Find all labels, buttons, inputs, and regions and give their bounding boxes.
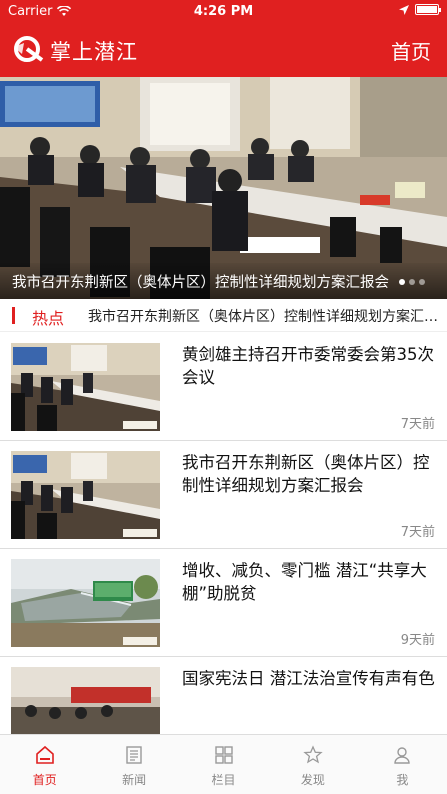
news-title: 国家宪法日 潜江法治宣传有声有色 — [182, 669, 435, 688]
status-bar: Carrier 4:26 PM — [0, 0, 447, 22]
news-thumbnail — [11, 343, 160, 431]
location-arrow-icon — [399, 4, 409, 15]
status-right — [399, 4, 441, 15]
hot-label: 热点 — [32, 309, 65, 328]
tab-news[interactable]: 新闻 — [89, 735, 178, 794]
hot-headline[interactable]: 我市召开东荆新区（奥体片区）控制性详细规划方案汇报会 — [88, 306, 440, 326]
banner-caption-text: 我市召开东荆新区（奥体片区）控制性详细规划方案汇报会 — [12, 275, 389, 291]
carousel-dot[interactable] — [409, 279, 415, 285]
battery-icon — [415, 4, 441, 15]
tab-columns[interactable]: 栏目 — [179, 735, 268, 794]
news-icon — [126, 746, 142, 764]
hot-ticker[interactable]: 热点 我市召开东荆新区（奥体片区）控制性详细规划方案汇报会 — [0, 299, 447, 332]
banner-caption: 我市召开东荆新区（奥体片区）控制性详细规划方案汇报会 — [0, 263, 447, 299]
home-icon — [35, 745, 54, 764]
app-logo-icon — [14, 36, 44, 62]
carousel-dot[interactable] — [399, 279, 405, 285]
news-item[interactable]: 增收、减负、零门槛 潜江“共享大棚”助脱贫 9天前 — [0, 549, 447, 657]
news-title: 黄剑雄主持召开市委常委会第35次会议 — [182, 345, 434, 387]
hot-marker — [12, 307, 15, 324]
carousel-dots — [399, 279, 425, 285]
news-thumbnail — [11, 559, 160, 647]
app-header: Carrier 4:26 PM 掌上潜江 首页 — [0, 0, 447, 77]
app-title: 掌上潜江 — [50, 40, 138, 64]
news-title: 增收、减负、零门槛 潜江“共享大棚”助脱贫 — [182, 561, 427, 603]
tab-me[interactable]: 我 — [358, 735, 447, 794]
tab-label: 新闻 — [122, 773, 147, 787]
discover-icon — [303, 745, 323, 764]
tab-label: 发现 — [300, 773, 325, 787]
news-item[interactable]: 我市召开东荆新区（奥体片区）控制性详细规划方案汇报会 7天前 — [0, 441, 447, 549]
banner-carousel[interactable]: 我市召开东荆新区（奥体片区）控制性详细规划方案汇报会 — [0, 77, 447, 299]
news-time: 9天前 — [400, 633, 435, 648]
tab-label: 栏目 — [211, 773, 236, 787]
news-title: 我市召开东荆新区（奥体片区）控制性详细规划方案汇报会 — [182, 453, 430, 495]
home-link[interactable]: 首页 — [391, 36, 431, 65]
user-icon — [394, 747, 411, 764]
status-time: 4:26 PM — [193, 4, 254, 19]
tab-label: 首页 — [32, 773, 57, 787]
tab-discover[interactable]: 发现 — [268, 735, 357, 794]
carousel-dot[interactable] — [419, 279, 425, 285]
news-time: 7天前 — [400, 525, 435, 540]
news-item[interactable]: 黄剑雄主持召开市委常委会第35次会议 7天前 — [0, 333, 447, 441]
bottom-tab-bar: 首页 新闻 栏目 发现 我 — [0, 734, 447, 794]
tab-home[interactable]: 首页 — [0, 735, 89, 794]
news-time: 7天前 — [400, 417, 435, 432]
grid-icon — [214, 746, 233, 764]
nav-bar: 掌上潜江 首页 — [0, 22, 447, 77]
news-thumbnail — [11, 451, 160, 539]
tab-label: 我 — [396, 773, 409, 787]
